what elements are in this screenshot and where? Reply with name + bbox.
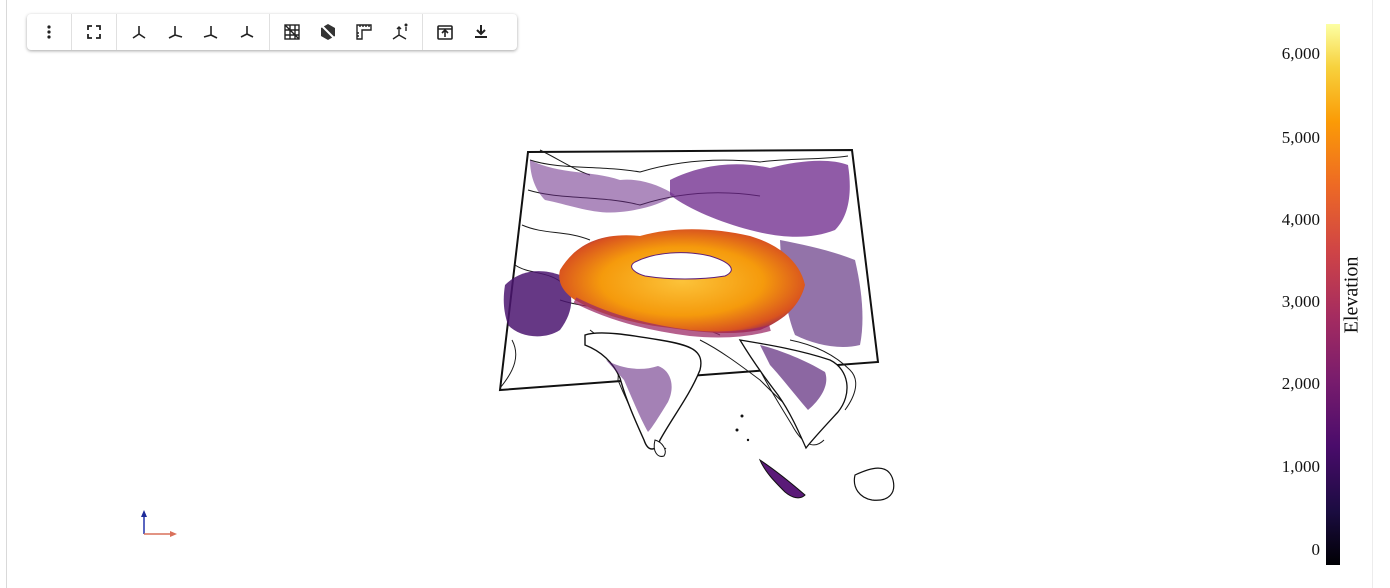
axes-xy-icon — [132, 26, 146, 39]
colorbar-tick-label: 2,000 — [1281, 374, 1320, 393]
view-xz-button[interactable] — [193, 14, 229, 50]
view-yz-button[interactable] — [157, 14, 193, 50]
colorbar-tick-label: 5,000 — [1281, 128, 1320, 147]
axes-info-button[interactable] — [382, 14, 418, 50]
mongolian-plateau — [670, 160, 850, 237]
colorbar-tick-label: 1,000 — [1281, 457, 1320, 476]
orientation-axes-widget[interactable] — [141, 510, 177, 537]
borneo-island — [853, 467, 895, 501]
island-dot — [735, 428, 739, 432]
island-dot — [746, 438, 750, 442]
box-hidden-icon — [320, 24, 336, 40]
axes-info-icon — [392, 23, 408, 40]
open-in-new-icon — [437, 25, 453, 40]
tibetan-plateau — [559, 229, 805, 334]
fullscreen-button[interactable] — [76, 14, 112, 50]
more-options-button[interactable] — [31, 14, 67, 50]
view-xy-button[interactable] — [121, 14, 157, 50]
toggle-bounds-button[interactable] — [310, 14, 346, 50]
colorbar-tick-label: 4,000 — [1281, 210, 1320, 229]
open-external-button[interactable] — [427, 14, 463, 50]
island-dot — [740, 414, 744, 418]
download-icon — [475, 25, 487, 38]
download-button[interactable] — [463, 14, 499, 50]
toolbar-group-fullscreen — [72, 14, 117, 50]
sri-lanka-island — [653, 439, 666, 457]
colorbar-tick-label: 6,000 — [1281, 44, 1320, 63]
colorbar-tick-label: 0 — [1311, 540, 1321, 559]
toolbar-group-tools — [270, 14, 423, 50]
toolbar-group-views — [117, 14, 270, 50]
vertical-dots-icon — [47, 25, 51, 39]
ruler-button[interactable] — [346, 14, 382, 50]
colorbar — [1326, 24, 1340, 565]
southeast-asia-landmass — [738, 339, 848, 450]
terrain-scene[interactable] — [0, 0, 1390, 588]
grid-icon — [284, 24, 300, 40]
axes-yz-icon — [168, 26, 183, 39]
ruler-icon — [356, 24, 372, 40]
colorbar-tick-label: 3,000 — [1281, 292, 1320, 311]
expand-icon — [87, 25, 101, 39]
toolbar-group-menu — [27, 14, 72, 50]
viewer-toolbar — [27, 14, 517, 50]
colorbar-title: Elevation — [1340, 256, 1363, 334]
toggle-grid-button[interactable] — [274, 14, 310, 50]
axes-xz-icon — [203, 26, 218, 39]
view-iso-button[interactable] — [229, 14, 265, 50]
sumatra-island — [758, 458, 806, 499]
axes-iso-icon — [240, 26, 254, 38]
toolbar-group-export — [423, 14, 503, 50]
